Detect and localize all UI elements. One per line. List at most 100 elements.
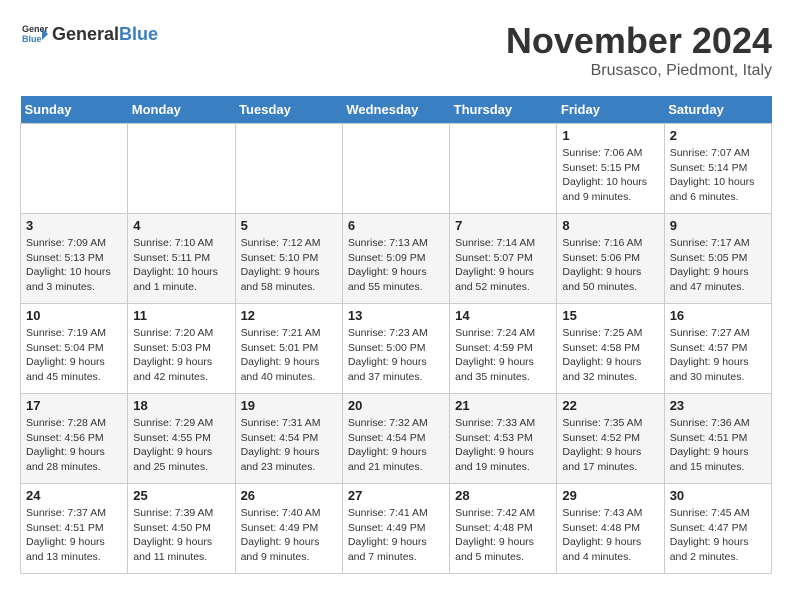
calendar-cell xyxy=(235,124,342,214)
calendar-cell: 11Sunrise: 7:20 AM Sunset: 5:03 PM Dayli… xyxy=(128,304,235,394)
weekday-header-tuesday: Tuesday xyxy=(235,96,342,124)
day-number: 27 xyxy=(348,488,444,503)
day-number: 14 xyxy=(455,308,551,323)
day-number: 26 xyxy=(241,488,337,503)
day-detail: Sunrise: 7:07 AM Sunset: 5:14 PM Dayligh… xyxy=(670,146,766,205)
day-detail: Sunrise: 7:33 AM Sunset: 4:53 PM Dayligh… xyxy=(455,416,551,475)
calendar-cell xyxy=(342,124,449,214)
calendar-cell: 25Sunrise: 7:39 AM Sunset: 4:50 PM Dayli… xyxy=(128,484,235,574)
day-detail: Sunrise: 7:39 AM Sunset: 4:50 PM Dayligh… xyxy=(133,506,229,565)
day-number: 8 xyxy=(562,218,658,233)
title-area: November 2024 Brusasco, Piedmont, Italy xyxy=(506,20,772,80)
day-number: 3 xyxy=(26,218,122,233)
calendar-cell: 19 Sunrise: 7:31 AM Sunset: 4:54 PM Dayli… xyxy=(235,394,342,484)
day-detail: Sunrise: 7:42 AM Sunset: 4:48 PM Dayligh… xyxy=(455,506,551,565)
calendar-week-row: 10 Sunrise: 7:19 AM Sunset: 5:04 PM Dayli… xyxy=(21,304,772,394)
calendar-cell: 14 Sunrise: 7:24 AM Sunset: 4:59 PM Dayli… xyxy=(450,304,557,394)
calendar-cell: 9 Sunrise: 7:17 AM Sunset: 5:05 PM Daylig… xyxy=(664,214,771,304)
day-number: 18 xyxy=(133,398,229,413)
day-number: 13 xyxy=(348,308,444,323)
day-detail: Sunrise: 7:10 AM Sunset: 5:11 PM Dayligh… xyxy=(133,236,229,295)
calendar-cell: 17 Sunrise: 7:28 AM Sunset: 4:56 PM Dayli… xyxy=(21,394,128,484)
calendar-cell: 23 Sunrise: 7:36 AM Sunset: 4:51 PM Dayli… xyxy=(664,394,771,484)
day-number: 15 xyxy=(562,308,658,323)
svg-text:Blue: Blue xyxy=(22,34,42,44)
day-number: 28 xyxy=(455,488,551,503)
calendar-cell: 10 Sunrise: 7:19 AM Sunset: 5:04 PM Dayli… xyxy=(21,304,128,394)
day-detail: Sunrise: 7:09 AM Sunset: 5:13 PM Dayligh… xyxy=(26,236,122,295)
day-number: 12 xyxy=(241,308,337,323)
day-number: 1 xyxy=(562,128,658,143)
day-detail: Sunrise: 7:28 AM Sunset: 4:56 PM Dayligh… xyxy=(26,416,122,475)
month-title: November 2024 xyxy=(506,20,772,62)
day-detail: Sunrise: 7:21 AM Sunset: 5:01 PM Dayligh… xyxy=(241,326,337,385)
logo-text-general: General xyxy=(52,24,119,44)
day-number: 17 xyxy=(26,398,122,413)
calendar-week-row: 17 Sunrise: 7:28 AM Sunset: 4:56 PM Dayli… xyxy=(21,394,772,484)
day-number: 24 xyxy=(26,488,122,503)
location-subtitle: Brusasco, Piedmont, Italy xyxy=(506,62,772,80)
calendar-cell: 13Sunrise: 7:23 AM Sunset: 5:00 PM Dayli… xyxy=(342,304,449,394)
day-detail: Sunrise: 7:25 AM Sunset: 4:58 PM Dayligh… xyxy=(562,326,658,385)
logo: General Blue GeneralBlue xyxy=(20,20,158,48)
day-detail: Sunrise: 7:20 AM Sunset: 5:03 PM Dayligh… xyxy=(133,326,229,385)
calendar-cell: 1 Sunrise: 7:06 AM Sunset: 5:15 PM Daylig… xyxy=(557,124,664,214)
logo-text-blue: Blue xyxy=(119,24,158,44)
day-number: 4 xyxy=(133,218,229,233)
calendar-cell xyxy=(128,124,235,214)
calendar-cell: 12 Sunrise: 7:21 AM Sunset: 5:01 PM Dayli… xyxy=(235,304,342,394)
calendar-week-row: 3 Sunrise: 7:09 AM Sunset: 5:13 PM Daylig… xyxy=(21,214,772,304)
day-number: 29 xyxy=(562,488,658,503)
day-number: 23 xyxy=(670,398,766,413)
day-number: 20 xyxy=(348,398,444,413)
weekday-header-thursday: Thursday xyxy=(450,96,557,124)
day-detail: Sunrise: 7:06 AM Sunset: 5:15 PM Dayligh… xyxy=(562,146,658,205)
weekday-header-wednesday: Wednesday xyxy=(342,96,449,124)
day-number: 21 xyxy=(455,398,551,413)
calendar-cell: 26 Sunrise: 7:40 AM Sunset: 4:49 PM Dayli… xyxy=(235,484,342,574)
calendar-table: SundayMondayTuesdayWednesdayThursdayFrid… xyxy=(20,96,772,574)
day-detail: Sunrise: 7:37 AM Sunset: 4:51 PM Dayligh… xyxy=(26,506,122,565)
calendar-cell: 16 Sunrise: 7:27 AM Sunset: 4:57 PM Dayli… xyxy=(664,304,771,394)
calendar-cell: 3 Sunrise: 7:09 AM Sunset: 5:13 PM Daylig… xyxy=(21,214,128,304)
calendar-cell: 30Sunrise: 7:45 AM Sunset: 4:47 PM Dayli… xyxy=(664,484,771,574)
calendar-cell: 20 Sunrise: 7:32 AM Sunset: 4:54 PM Dayli… xyxy=(342,394,449,484)
weekday-header-saturday: Saturday xyxy=(664,96,771,124)
day-detail: Sunrise: 7:24 AM Sunset: 4:59 PM Dayligh… xyxy=(455,326,551,385)
day-detail: Sunrise: 7:16 AM Sunset: 5:06 PM Dayligh… xyxy=(562,236,658,295)
day-number: 16 xyxy=(670,308,766,323)
calendar-cell: 15 Sunrise: 7:25 AM Sunset: 4:58 PM Dayli… xyxy=(557,304,664,394)
calendar-cell: 5Sunrise: 7:12 AM Sunset: 5:10 PM Daylig… xyxy=(235,214,342,304)
calendar-week-row: 1 Sunrise: 7:06 AM Sunset: 5:15 PM Daylig… xyxy=(21,124,772,214)
day-number: 10 xyxy=(26,308,122,323)
day-number: 2 xyxy=(670,128,766,143)
calendar-cell: 4 Sunrise: 7:10 AM Sunset: 5:11 PM Daylig… xyxy=(128,214,235,304)
day-number: 7 xyxy=(455,218,551,233)
day-detail: Sunrise: 7:40 AM Sunset: 4:49 PM Dayligh… xyxy=(241,506,337,565)
calendar-cell xyxy=(21,124,128,214)
day-detail: Sunrise: 7:27 AM Sunset: 4:57 PM Dayligh… xyxy=(670,326,766,385)
weekday-header-row: SundayMondayTuesdayWednesdayThursdayFrid… xyxy=(21,96,772,124)
day-detail: Sunrise: 7:19 AM Sunset: 5:04 PM Dayligh… xyxy=(26,326,122,385)
calendar-cell: 6 Sunrise: 7:13 AM Sunset: 5:09 PM Daylig… xyxy=(342,214,449,304)
calendar-cell: 18Sunrise: 7:29 AM Sunset: 4:55 PM Dayli… xyxy=(128,394,235,484)
day-number: 9 xyxy=(670,218,766,233)
calendar-cell: 2 Sunrise: 7:07 AM Sunset: 5:14 PM Daylig… xyxy=(664,124,771,214)
logo-icon: General Blue xyxy=(20,20,48,48)
day-detail: Sunrise: 7:17 AM Sunset: 5:05 PM Dayligh… xyxy=(670,236,766,295)
day-number: 19 xyxy=(241,398,337,413)
calendar-cell: 8 Sunrise: 7:16 AM Sunset: 5:06 PM Daylig… xyxy=(557,214,664,304)
day-detail: Sunrise: 7:35 AM Sunset: 4:52 PM Dayligh… xyxy=(562,416,658,475)
weekday-header-monday: Monday xyxy=(128,96,235,124)
calendar-cell: 28 Sunrise: 7:42 AM Sunset: 4:48 PM Dayli… xyxy=(450,484,557,574)
calendar-cell: 24 Sunrise: 7:37 AM Sunset: 4:51 PM Dayli… xyxy=(21,484,128,574)
day-detail: Sunrise: 7:32 AM Sunset: 4:54 PM Dayligh… xyxy=(348,416,444,475)
day-detail: Sunrise: 7:31 AM Sunset: 4:54 PM Dayligh… xyxy=(241,416,337,475)
calendar-cell: 22Sunrise: 7:35 AM Sunset: 4:52 PM Dayli… xyxy=(557,394,664,484)
calendar-cell: 21 Sunrise: 7:33 AM Sunset: 4:53 PM Dayli… xyxy=(450,394,557,484)
day-detail: Sunrise: 7:45 AM Sunset: 4:47 PM Dayligh… xyxy=(670,506,766,565)
day-detail: Sunrise: 7:36 AM Sunset: 4:51 PM Dayligh… xyxy=(670,416,766,475)
day-number: 6 xyxy=(348,218,444,233)
weekday-header-sunday: Sunday xyxy=(21,96,128,124)
day-detail: Sunrise: 7:13 AM Sunset: 5:09 PM Dayligh… xyxy=(348,236,444,295)
